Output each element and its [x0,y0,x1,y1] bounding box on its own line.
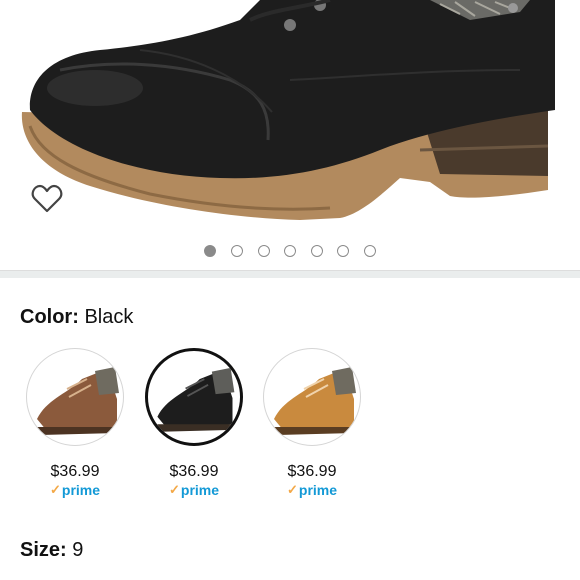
prime-check-icon: ✓ [168,482,180,497]
boot-illustration [21,0,555,220]
size-value: 9 [72,539,84,561]
prime-label: prime [298,482,338,498]
swatch-image [26,348,124,446]
color-label: Color: [20,306,79,328]
swatch-image [263,348,361,446]
carousel-dot[interactable] [204,245,216,257]
carousel-indicator [0,244,580,260]
carousel-dot[interactable] [231,245,243,257]
swatch-price: $36.99 [287,463,337,480]
carousel-dot[interactable] [284,245,296,257]
prime-label: prime [61,482,101,498]
prime-badge: ✓ prime [16,482,134,498]
section-divider [0,270,580,278]
heart-outline-icon [31,184,63,213]
prime-check-icon: ✓ [286,482,298,497]
size-selector[interactable]: Size: 9 [20,537,83,563]
carousel-dot[interactable] [364,245,376,257]
color-value: Black [84,306,134,328]
carousel-dot[interactable] [258,245,270,257]
prime-badge: ✓ prime [135,482,253,498]
product-image[interactable] [0,0,580,268]
color-swatch-black[interactable]: $36.99 ✓ prime [135,348,255,498]
color-swatch-tan[interactable]: $36.99 ✓ prime [253,348,373,498]
color-selector-header: Color: Black [20,304,133,330]
prime-badge: ✓ prime [253,482,371,498]
carousel-dot[interactable] [337,245,349,257]
prime-check-icon: ✓ [49,482,61,497]
carousel-dot[interactable] [311,245,323,257]
swatch-image [145,348,243,446]
color-swatch-brown[interactable]: $36.99 ✓ prime [16,348,136,498]
size-label: Size: [20,539,67,561]
swatch-price: $36.99 [50,463,100,480]
swatch-price: $36.99 [169,463,219,480]
prime-label: prime [180,482,220,498]
wishlist-button[interactable] [31,184,69,222]
